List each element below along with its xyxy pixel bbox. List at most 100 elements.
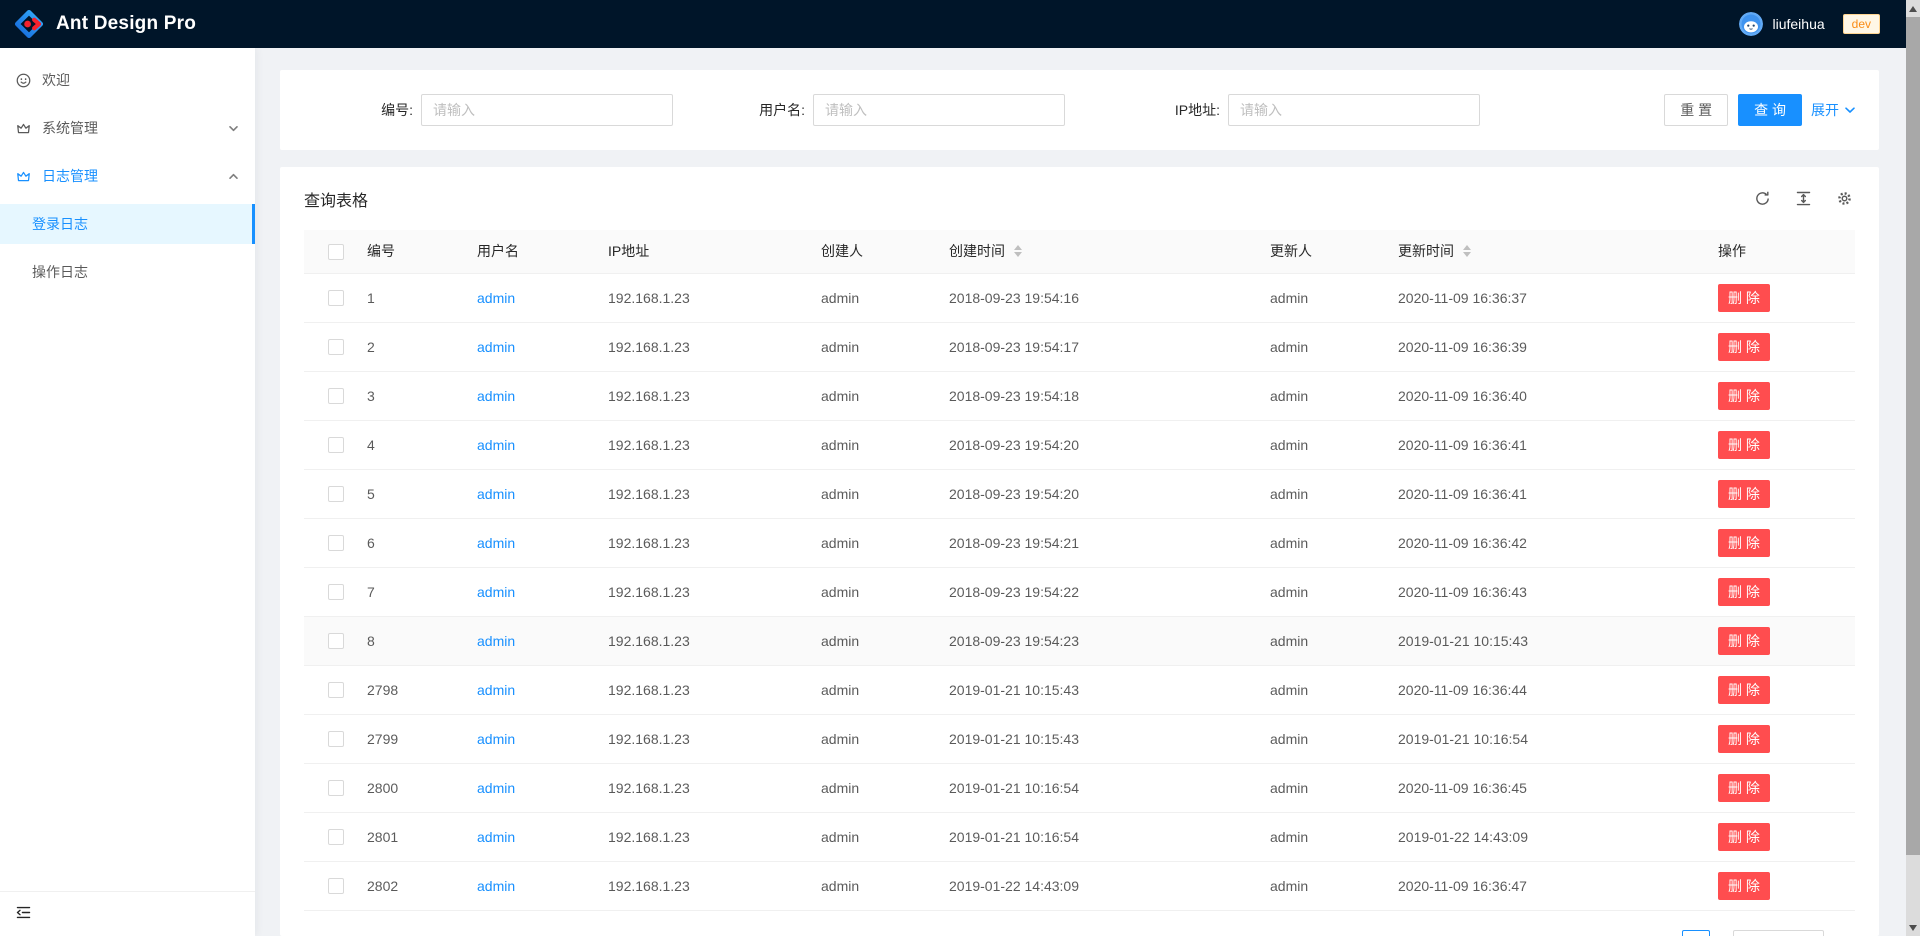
sidebar-item-welcome[interactable]: 欢迎 xyxy=(0,60,255,100)
cell-id: 2800 xyxy=(351,763,461,812)
query-button[interactable]: 查 询 xyxy=(1738,94,1802,126)
top-header: Ant Design Pro liufeihua dev xyxy=(0,0,1920,48)
username-link[interactable]: admin xyxy=(477,731,515,747)
cell-updater: admin xyxy=(1254,322,1382,371)
scrollbar-down-button[interactable] xyxy=(1906,919,1920,936)
row-checkbox[interactable] xyxy=(328,633,344,649)
sidebar-item-label: 系统管理 xyxy=(42,118,228,138)
row-checkbox[interactable] xyxy=(328,486,344,502)
row-checkbox[interactable] xyxy=(328,339,344,355)
delete-button[interactable]: 删 除 xyxy=(1718,284,1770,312)
pagination-size-select[interactable] xyxy=(1733,930,1824,936)
username-link[interactable]: admin xyxy=(477,878,515,894)
username-link[interactable]: admin xyxy=(477,535,515,551)
row-checkbox[interactable] xyxy=(328,535,344,551)
username-link[interactable]: admin xyxy=(477,388,515,404)
sidebar-item-operation-log[interactable]: 操作日志 xyxy=(0,252,255,292)
cell-creator: admin xyxy=(805,469,933,518)
cell-created-time: 2018-09-23 19:54:17 xyxy=(933,322,1254,371)
username-link[interactable]: admin xyxy=(477,682,515,698)
cell-creator: admin xyxy=(805,322,933,371)
delete-button[interactable]: 删 除 xyxy=(1718,382,1770,410)
row-checkbox[interactable] xyxy=(328,388,344,404)
expand-link[interactable]: 展开 xyxy=(1811,100,1856,120)
username-link[interactable]: admin xyxy=(477,290,515,306)
row-checkbox[interactable] xyxy=(328,584,344,600)
ip-field[interactable] xyxy=(1228,94,1480,126)
id-field-label: 编号: xyxy=(304,100,421,120)
row-checkbox[interactable] xyxy=(328,829,344,845)
cell-ip: 192.168.1.23 xyxy=(592,469,805,518)
row-checkbox[interactable] xyxy=(328,437,344,453)
delete-button[interactable]: 删 除 xyxy=(1718,774,1770,802)
row-checkbox[interactable] xyxy=(328,731,344,747)
menu-fold-icon[interactable] xyxy=(15,904,32,924)
row-checkbox[interactable] xyxy=(328,290,344,306)
id-field[interactable] xyxy=(421,94,673,126)
delete-button[interactable]: 删 除 xyxy=(1718,480,1770,508)
delete-button[interactable]: 删 除 xyxy=(1718,823,1770,851)
username-link[interactable]: admin xyxy=(477,584,515,600)
reload-icon[interactable] xyxy=(1754,190,1771,207)
username-link[interactable]: admin xyxy=(477,633,515,649)
cell-updated-time: 2020-11-09 16:36:40 xyxy=(1382,371,1702,420)
sidebar-menu: 欢迎 系统管理 xyxy=(0,48,255,891)
sidebar-item-label: 登录日志 xyxy=(32,214,88,234)
pagination-page-button[interactable] xyxy=(1682,930,1710,936)
row-checkbox[interactable] xyxy=(328,682,344,698)
cell-creator: admin xyxy=(805,812,933,861)
sidebar: 欢迎 系统管理 xyxy=(0,48,255,936)
column-header-creator: 创建人 xyxy=(805,230,933,273)
gear-icon[interactable] xyxy=(1836,190,1853,207)
cell-updated-time: 2020-11-09 16:36:47 xyxy=(1382,861,1702,910)
table-row: 6 admin 192.168.1.23 admin 2018-09-23 19… xyxy=(304,518,1855,567)
username-link[interactable]: admin xyxy=(477,486,515,502)
username-field[interactable] xyxy=(813,94,1065,126)
cell-updater: admin xyxy=(1254,567,1382,616)
sidebar-item-log-management[interactable]: 日志管理 xyxy=(0,156,255,196)
cell-creator: admin xyxy=(805,273,933,322)
cell-updated-time: 2020-11-09 16:36:39 xyxy=(1382,322,1702,371)
username-link[interactable]: admin xyxy=(477,780,515,796)
scrollbar-up-button[interactable] xyxy=(1906,0,1920,17)
cell-ip: 192.168.1.23 xyxy=(592,812,805,861)
delete-button[interactable]: 删 除 xyxy=(1718,529,1770,557)
table-row: 8 admin 192.168.1.23 admin 2018-09-23 19… xyxy=(304,616,1855,665)
column-header-updated-time-sorter[interactable]: 更新时间 xyxy=(1398,241,1471,261)
cell-created-time: 2019-01-21 10:15:43 xyxy=(933,665,1254,714)
delete-button[interactable]: 删 除 xyxy=(1718,578,1770,606)
app-title: Ant Design Pro xyxy=(56,13,196,35)
scrollbar-thumb[interactable] xyxy=(1906,17,1920,855)
sidebar-item-login-log[interactable]: 登录日志 xyxy=(0,204,255,244)
username-link[interactable]: admin xyxy=(477,829,515,845)
cell-ip: 192.168.1.23 xyxy=(592,371,805,420)
delete-button[interactable]: 删 除 xyxy=(1718,333,1770,361)
cell-id: 2798 xyxy=(351,665,461,714)
select-all-checkbox[interactable] xyxy=(328,244,344,260)
logo[interactable]: Ant Design Pro xyxy=(0,9,196,39)
row-checkbox[interactable] xyxy=(328,878,344,894)
chevron-down-icon xyxy=(228,123,239,134)
density-icon[interactable] xyxy=(1795,190,1812,207)
avatar[interactable] xyxy=(1739,12,1763,36)
row-checkbox[interactable] xyxy=(328,780,344,796)
cell-created-time: 2019-01-22 14:43:09 xyxy=(933,861,1254,910)
page-scrollbar xyxy=(1906,0,1920,936)
table-row: 3 admin 192.168.1.23 admin 2018-09-23 19… xyxy=(304,371,1855,420)
cell-updater: admin xyxy=(1254,616,1382,665)
cell-creator: admin xyxy=(805,567,933,616)
cell-id: 2801 xyxy=(351,812,461,861)
reset-button[interactable]: 重 置 xyxy=(1664,94,1728,126)
username-link[interactable]: admin xyxy=(477,339,515,355)
delete-button[interactable]: 删 除 xyxy=(1718,872,1770,900)
delete-button[interactable]: 删 除 xyxy=(1718,431,1770,459)
user-name[interactable]: liufeihua xyxy=(1772,16,1824,32)
delete-button[interactable]: 删 除 xyxy=(1718,676,1770,704)
column-header-created-time-sorter[interactable]: 创建时间 xyxy=(949,241,1022,261)
table-card: 查询表格 xyxy=(280,167,1879,936)
delete-button[interactable]: 删 除 xyxy=(1718,627,1770,655)
cell-created-time: 2018-09-23 19:54:16 xyxy=(933,273,1254,322)
username-link[interactable]: admin xyxy=(477,437,515,453)
delete-button[interactable]: 删 除 xyxy=(1718,725,1770,753)
sidebar-item-system-management[interactable]: 系统管理 xyxy=(0,108,255,148)
